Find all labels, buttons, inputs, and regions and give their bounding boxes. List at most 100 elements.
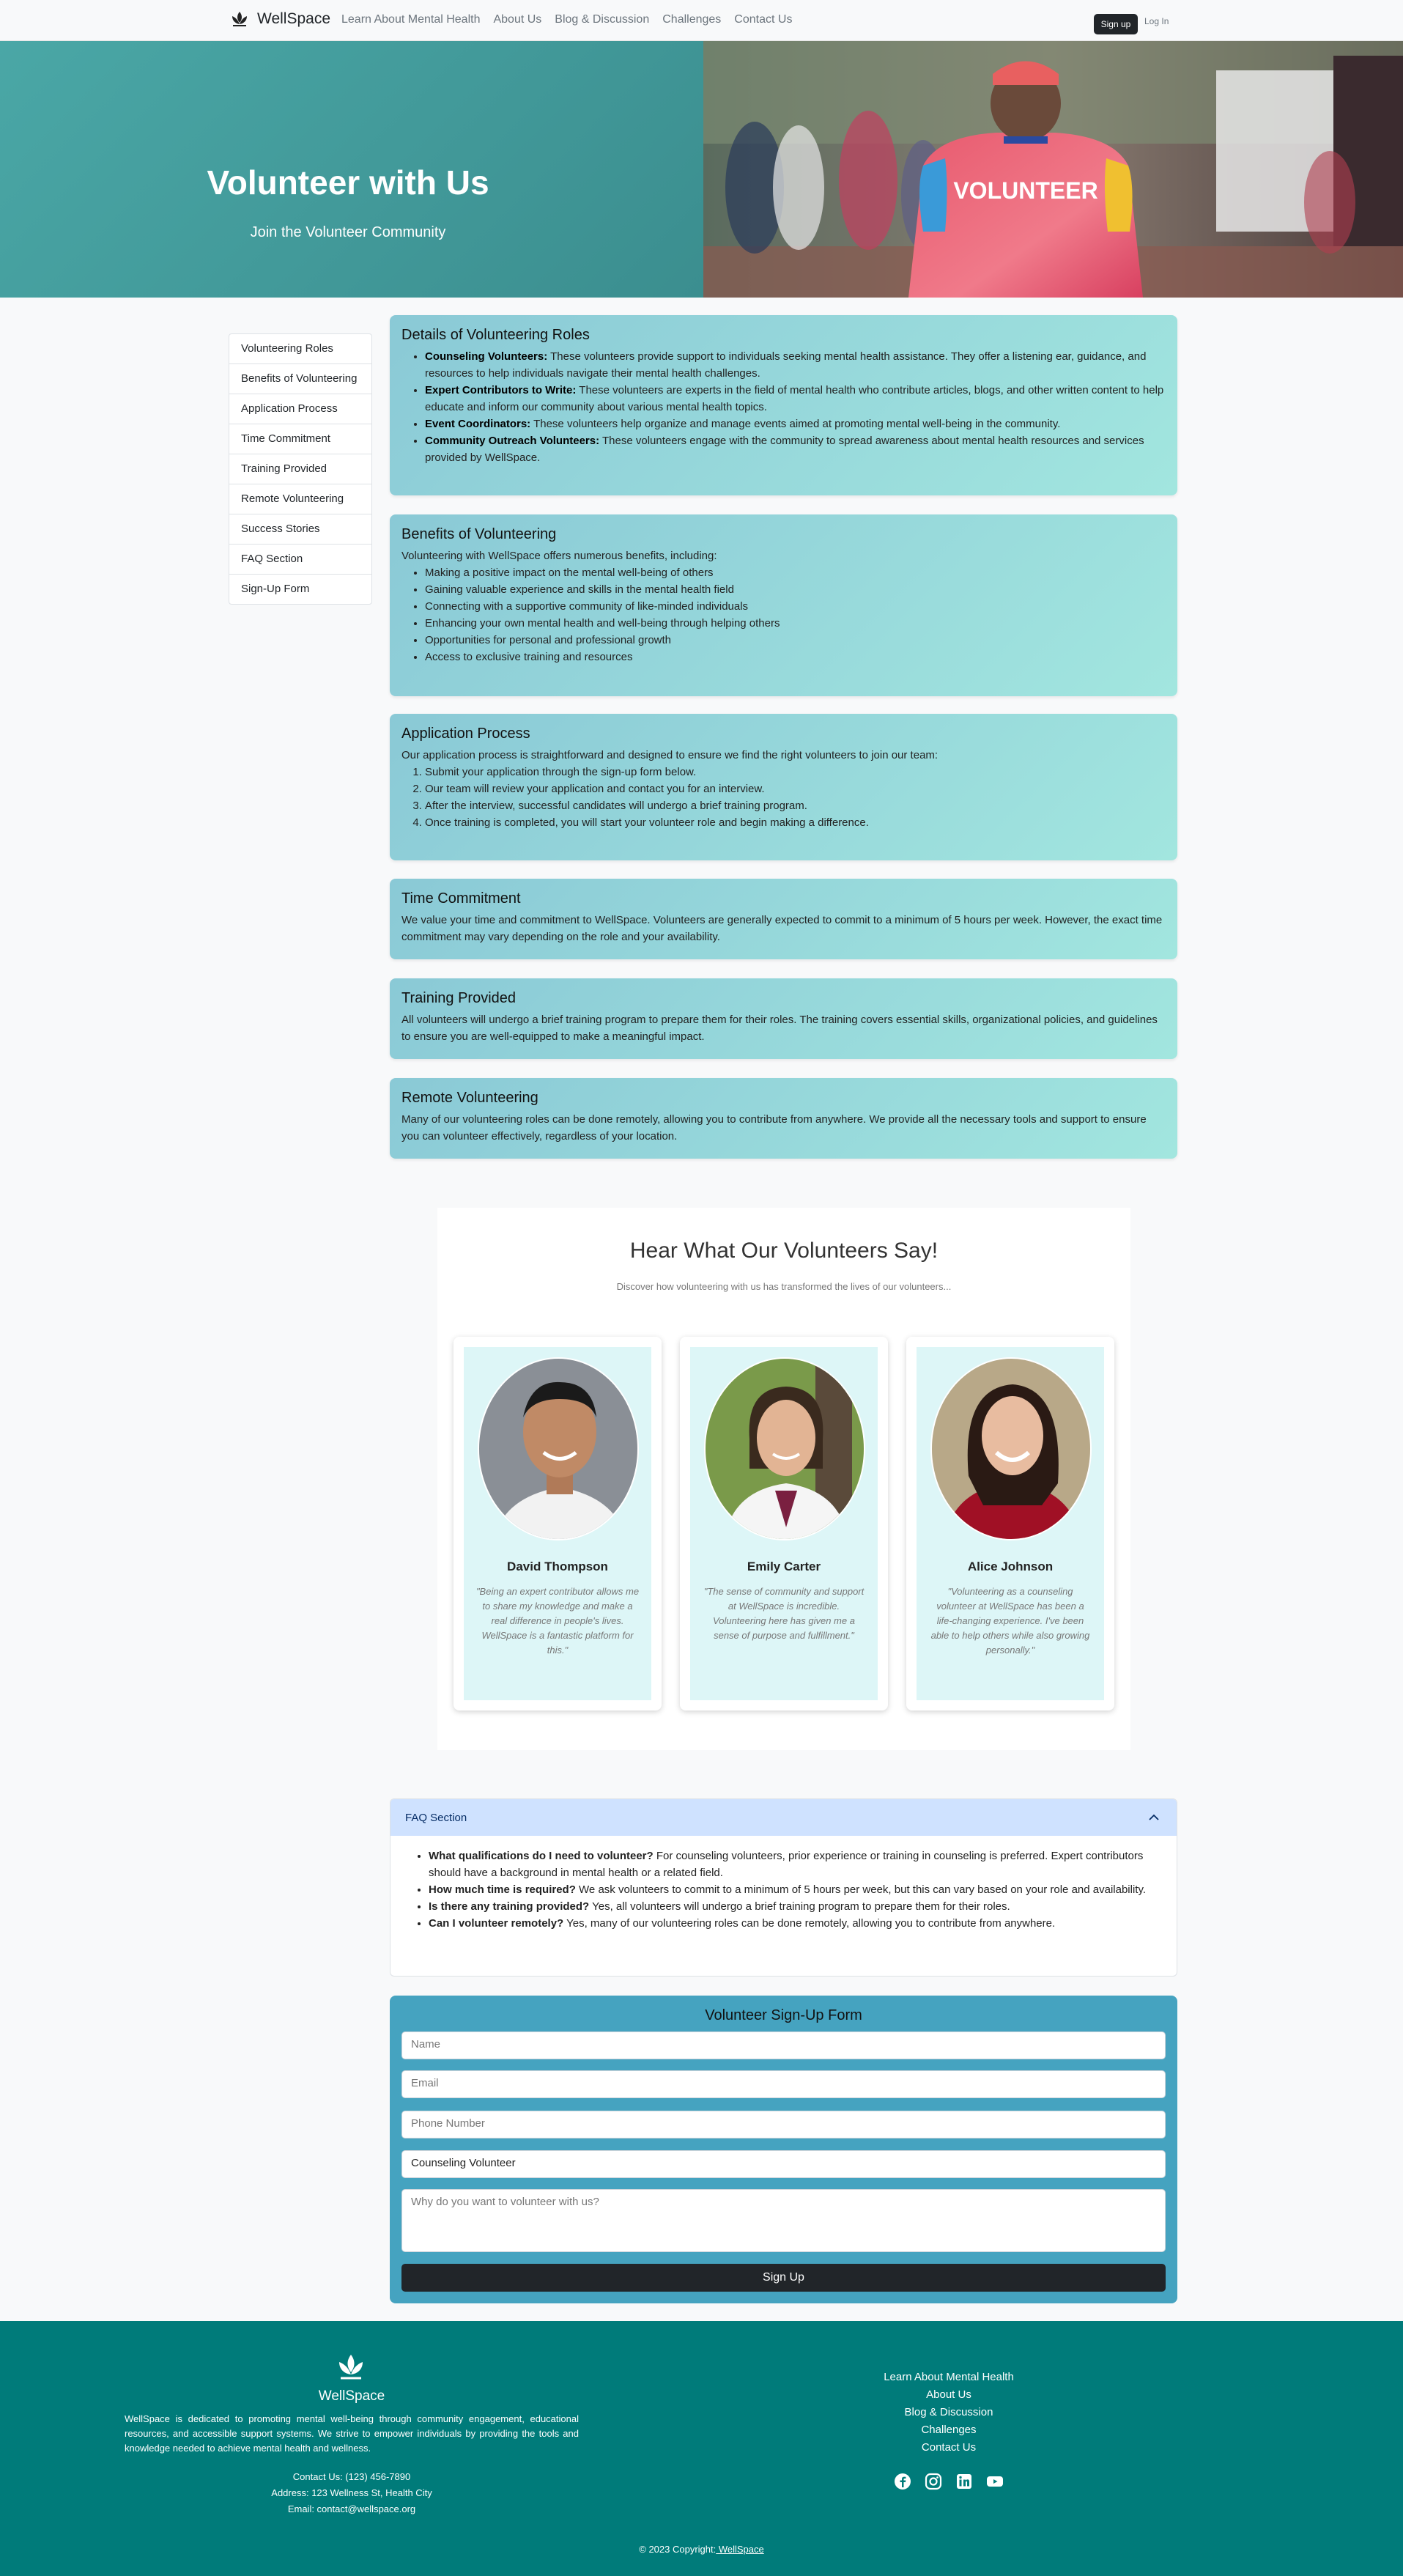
list-item: How much time is required? We ask volunt… [429, 1881, 1147, 1898]
list-item: Access to exclusive training and resourc… [425, 649, 1166, 665]
instagram-icon[interactable] [925, 2473, 942, 2490]
name-input[interactable]: Name [401, 2031, 1166, 2059]
benefits-list: Making a positive impact on the mental w… [401, 564, 1166, 665]
list-item: Expert Contributors to Write: These volu… [425, 382, 1166, 416]
time-card: Time Commitment We value your time and c… [390, 879, 1177, 959]
avatar [478, 1357, 639, 1540]
phone-input[interactable]: Phone Number [401, 2111, 1166, 2138]
hero-title: Volunteer with Us [207, 163, 489, 202]
process-title: Application Process [401, 726, 530, 742]
testimonials-section: Hear What Our Volunteers Say! Discover h… [437, 1208, 1130, 1750]
signup-button[interactable]: Sign up [1094, 14, 1138, 34]
time-title: Time Commitment [401, 890, 521, 907]
nav-link-challenges[interactable]: Challenges [662, 13, 721, 26]
sidebar-item-roles[interactable]: Volunteering Roles [229, 334, 371, 364]
list-item: Counseling Volunteers: These volunteers … [425, 348, 1166, 382]
avatar [704, 1357, 865, 1540]
navbar: WellSpace Learn About Mental Health Abou… [0, 0, 1403, 41]
footer-brand-name: WellSpace [318, 2388, 385, 2404]
linkedin-icon[interactable] [955, 2473, 973, 2490]
footer-link-contact[interactable]: Contact Us [839, 2439, 1059, 2457]
nav-link-about[interactable]: About Us [493, 13, 541, 26]
roles-list: Counseling Volunteers: These volunteers … [401, 348, 1166, 466]
list-item: After the interview, successful candidat… [425, 797, 1166, 814]
role-term: Event Coordinators: [425, 418, 531, 430]
faq-question: Is there any training provided? [429, 1900, 590, 1913]
time-text: We value your time and commitment to Wel… [401, 914, 1163, 943]
benefits-title: Benefits of Volunteering [401, 526, 557, 542]
signup-form: Volunteer Sign-Up Form Name Email Phone … [390, 1996, 1177, 2303]
faq-answer: We ask volunteers to commit to a minimum… [575, 1883, 1147, 1896]
list-item: Enhancing your own mental health and wel… [425, 615, 1166, 632]
remote-text: Many of our volunteering roles can be do… [401, 1113, 1147, 1143]
facebook-icon[interactable] [894, 2473, 911, 2490]
training-text: All volunteers will undergo a brief trai… [401, 1014, 1158, 1043]
testimonial-quote: "Being an expert contributor allows me t… [475, 1586, 640, 1656]
testimonial-card: David Thompson "Being an expert contribu… [454, 1337, 662, 1710]
avatar [930, 1357, 1092, 1540]
list-item: Community Outreach Volunteers: These vol… [425, 432, 1166, 466]
email-input[interactable]: Email [401, 2070, 1166, 2098]
hero-volunteer-image: VOLUNTEER [703, 41, 1403, 298]
list-item: Is there any training provided? Yes, all… [429, 1898, 1147, 1915]
nav-links: Learn About Mental Health About Us Blog … [341, 13, 792, 26]
footer-copyright: © 2023 Copyright: WellSpace [0, 2544, 1403, 2555]
sidebar-item-stories[interactable]: Success Stories [229, 514, 371, 545]
footer: WellSpace WellSpace is dedicated to prom… [0, 2321, 1403, 2576]
sidebar-item-process[interactable]: Application Process [229, 394, 371, 424]
nav-link-learn[interactable]: Learn About Mental Health [341, 13, 480, 26]
brand[interactable]: WellSpace [229, 9, 330, 29]
faq-question: How much time is required? [429, 1883, 576, 1896]
copyright-text: © 2023 Copyright: [639, 2544, 717, 2555]
sidebar-item-time[interactable]: Time Commitment [229, 424, 371, 454]
reason-textarea[interactable]: Why do you want to volunteer with us? [401, 2189, 1166, 2252]
nav-link-blog[interactable]: Blog & Discussion [555, 13, 649, 26]
training-title: Training Provided [401, 990, 517, 1006]
footer-link-challenges[interactable]: Challenges [839, 2421, 1059, 2439]
sidebar-item-training[interactable]: Training Provided [229, 454, 371, 484]
role-term: Community Outreach Volunteers: [425, 435, 600, 447]
faq-list: What qualifications do I need to volunte… [390, 1848, 1177, 1932]
chevron-up-icon [1149, 1814, 1159, 1820]
faq-accordion-header[interactable]: FAQ Section [390, 1799, 1177, 1836]
copyright-link[interactable]: WellSpace [716, 2544, 764, 2555]
testimonial-card: Alice Johnson "Volunteering as a counsel… [906, 1337, 1114, 1710]
list-item: Making a positive impact on the mental w… [425, 564, 1166, 581]
testimonial-card: Emily Carter "The sense of community and… [680, 1337, 888, 1710]
faq-title: FAQ Section [405, 1811, 467, 1824]
testimonial-name: David Thompson [507, 1560, 608, 1573]
hero-subtitle: Join the Volunteer Community [250, 224, 446, 240]
faq-question: What qualifications do I need to volunte… [429, 1850, 654, 1862]
footer-contact: Contact Us: (123) 456-7890 Address: 123 … [205, 2469, 498, 2517]
footer-links: Learn About Mental Health About Us Blog … [839, 2369, 1059, 2457]
footer-link-learn[interactable]: Learn About Mental Health [839, 2369, 1059, 2386]
footer-link-blog[interactable]: Blog & Discussion [839, 2404, 1059, 2421]
sidebar-item-signup[interactable]: Sign-Up Form [229, 575, 371, 604]
faq-answer: Yes, all volunteers will undergo a brief… [589, 1900, 1010, 1913]
footer-phone: Contact Us: (123) 456-7890 [292, 2471, 411, 2482]
sidebar-item-benefits[interactable]: Benefits of Volunteering [229, 364, 371, 394]
process-intro: Our application process is straightforwa… [401, 749, 939, 761]
role-select[interactable]: Counseling Volunteer [401, 2150, 1166, 2178]
list-item: Submit your application through the sign… [425, 764, 1166, 780]
youtube-icon[interactable] [986, 2473, 1004, 2490]
testimonial-name: Alice Johnson [967, 1560, 1054, 1573]
benefits-intro: Volunteering with WellSpace offers numer… [401, 550, 717, 562]
testimonial-name: Emily Carter [747, 1560, 821, 1573]
submit-signup-button[interactable]: Sign Up [401, 2264, 1166, 2292]
list-item: Gaining valuable experience and skills i… [425, 581, 1166, 598]
footer-description: WellSpace is dedicated to promoting ment… [125, 2413, 579, 2454]
list-item: What qualifications do I need to volunte… [429, 1848, 1147, 1881]
login-button[interactable]: Log In [1144, 16, 1169, 26]
roles-card: Details of Volunteering Roles Counseling… [390, 315, 1177, 495]
list-item: Our team will review your application an… [425, 780, 1166, 797]
list-item: Connecting with a supportive community o… [425, 598, 1166, 615]
footer-link-about[interactable]: About Us [839, 2386, 1059, 2404]
footer-address: Address: 123 Wellness St, Health City [271, 2487, 432, 2498]
remote-title: Remote Volunteering [401, 1090, 538, 1106]
process-steps: Submit your application through the sign… [401, 764, 1166, 831]
sidebar-item-remote[interactable]: Remote Volunteering [229, 484, 371, 514]
sidebar-item-faq[interactable]: FAQ Section [229, 545, 371, 575]
testimonials-subtitle: Discover how volunteering with us has tr… [616, 1281, 952, 1292]
nav-link-contact[interactable]: Contact Us [734, 13, 792, 26]
